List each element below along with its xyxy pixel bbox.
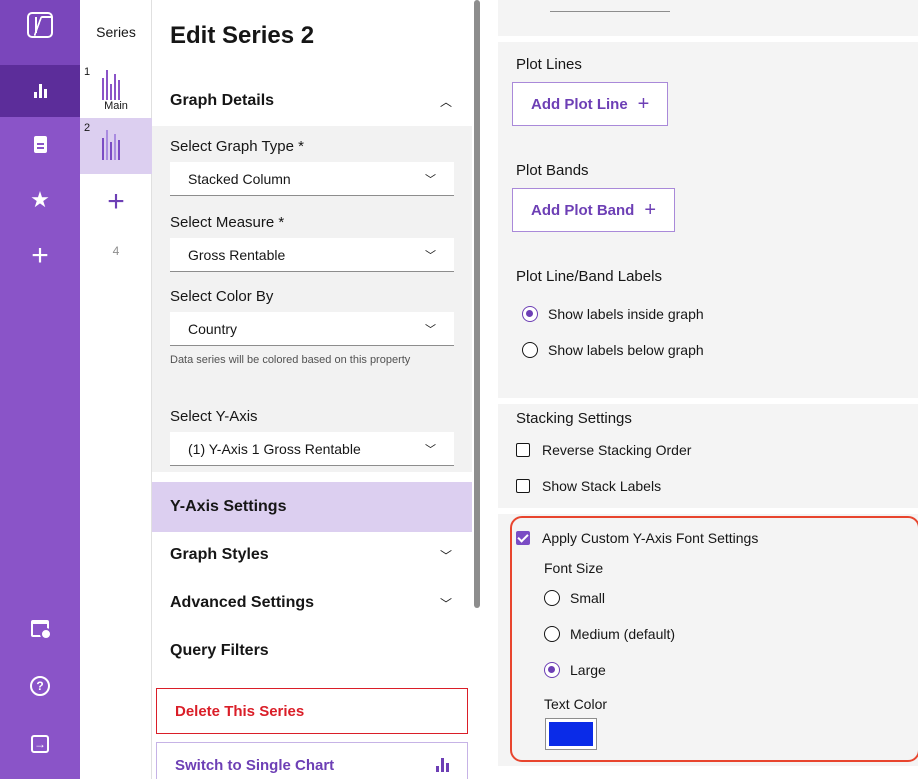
label-inside-option[interactable]: Show labels inside graph xyxy=(522,306,704,322)
query-filters-header[interactable]: Query Filters xyxy=(152,626,472,676)
series-number: 2 xyxy=(84,122,91,134)
series-number: 1 xyxy=(84,66,91,78)
graph-details-label: Graph Details xyxy=(170,92,275,109)
query-filters-label: Query Filters xyxy=(170,642,269,659)
logout-icon: → xyxy=(31,735,49,753)
y-axis-settings-panel: Plot Lines Add Plot Line + Plot Bands Ad… xyxy=(482,0,918,779)
app-root: ★ + ? → Series 1 Main 2 + 4 Edit Series … xyxy=(0,0,918,779)
chevron-down-icon: ﹀ xyxy=(425,443,436,456)
logo-area xyxy=(0,0,80,65)
measure-label: Select Measure * xyxy=(170,214,285,231)
y-axis-label: Select Y-Axis xyxy=(170,408,258,425)
highlight-annotation xyxy=(510,516,918,762)
advanced-settings-label: Advanced Settings xyxy=(170,594,315,611)
bar-chart-icon xyxy=(33,84,47,98)
chevron-down-icon: ﹀ xyxy=(425,173,436,186)
graph-styles-label: Graph Styles xyxy=(170,546,269,563)
nav-create[interactable]: + xyxy=(0,230,80,282)
add-plot-line-label: Add Plot Line xyxy=(531,95,628,113)
bar-chart-icon xyxy=(436,758,449,772)
advanced-settings-header[interactable]: Advanced Settings ﹀ xyxy=(152,578,472,628)
checkbox-icon xyxy=(516,443,530,457)
chevron-down-icon: ﹀ xyxy=(439,596,452,611)
color-by-helper-text: Data series will be colored based on thi… xyxy=(170,354,411,366)
add-plot-line-button[interactable]: Add Plot Line + xyxy=(512,82,669,126)
series-chart-thumbnail-icon xyxy=(102,70,120,100)
y-axis-select[interactable]: (1) Y-Axis 1 Gross Rentable ﹀ xyxy=(170,432,454,466)
color-by-value: Country xyxy=(188,320,238,337)
nav-dashboard-settings[interactable] xyxy=(0,602,80,654)
reverse-stacking-text: Reverse Stacking Order xyxy=(542,442,692,458)
color-by-label: Select Color By xyxy=(170,288,274,305)
graph-type-label: Select Graph Type * xyxy=(170,138,304,155)
radio-icon xyxy=(522,342,538,358)
nav-favorites[interactable]: ★ xyxy=(0,174,80,226)
add-plot-band-button[interactable]: Add Plot Band + xyxy=(512,188,676,232)
nav-help[interactable]: ? xyxy=(0,660,80,712)
series-slot-1[interactable]: 1 Main xyxy=(80,62,152,118)
y-axis-settings-header[interactable]: Y-Axis Settings xyxy=(152,482,472,532)
switch-label: Switch to Single Chart xyxy=(175,756,335,774)
graph-details-body: Select Graph Type * Stacked Column ﹀ Sel… xyxy=(152,126,472,472)
plus-icon: + xyxy=(31,239,49,272)
y-axis-settings-label: Y-Axis Settings xyxy=(170,498,287,515)
graph-type-value: Stacked Column xyxy=(188,170,291,187)
stacking-heading: Stacking Settings xyxy=(516,410,632,427)
plot-labels-heading: Plot Line/Band Labels xyxy=(516,268,662,285)
plot-lines-card: Plot Lines Add Plot Line + Plot Bands Ad… xyxy=(498,42,918,398)
y-axis-value: (1) Y-Axis 1 Gross Rentable xyxy=(188,440,361,457)
edit-series-panel: Edit Series 2 Graph Details ︿ Select Gra… xyxy=(152,0,472,779)
main-nav-rail: ★ + ? → xyxy=(0,0,80,779)
checkbox-icon xyxy=(516,479,530,493)
plot-bands-label: Plot Bands xyxy=(516,162,589,179)
show-stack-labels-text: Show Stack Labels xyxy=(542,478,662,494)
label-below-text: Show labels below graph xyxy=(548,342,704,358)
top-card xyxy=(498,0,918,36)
measure-value: Gross Rentable xyxy=(188,246,286,263)
plot-lines-label: Plot Lines xyxy=(516,56,582,73)
series-slot-4[interactable]: 4 xyxy=(80,244,152,258)
nav-charts[interactable] xyxy=(0,65,80,117)
document-icon xyxy=(33,135,47,153)
color-by-select[interactable]: Country ﹀ xyxy=(170,312,454,346)
series-list: Series 1 Main 2 + 4 xyxy=(80,0,152,779)
chevron-down-icon: ﹀ xyxy=(425,323,436,336)
label-below-option[interactable]: Show labels below graph xyxy=(522,342,704,358)
series-title: Series xyxy=(96,24,136,40)
nav-reports[interactable] xyxy=(0,118,80,170)
chevron-up-icon: ︿ xyxy=(439,94,452,109)
help-icon: ? xyxy=(30,676,50,696)
series-caption: Main xyxy=(104,100,128,112)
graph-type-select[interactable]: Stacked Column ﹀ xyxy=(170,162,454,196)
star-icon: ★ xyxy=(30,187,50,212)
calendar-settings-icon xyxy=(31,619,52,640)
k-logo-icon[interactable] xyxy=(27,12,53,38)
chevron-down-icon: ﹀ xyxy=(425,249,436,262)
show-stack-labels-option[interactable]: Show Stack Labels xyxy=(516,478,661,494)
stacking-settings-card: Stacking Settings Reverse Stacking Order… xyxy=(498,404,918,508)
measure-select[interactable]: Gross Rentable ﹀ xyxy=(170,238,454,272)
plus-icon: + xyxy=(644,198,657,221)
plus-icon: + xyxy=(107,185,125,218)
delete-series-button[interactable]: Delete This Series xyxy=(156,688,468,734)
add-plot-band-label: Add Plot Band xyxy=(531,201,635,219)
stacked-chart-thumbnail-icon xyxy=(102,130,120,160)
truncated-field xyxy=(550,0,670,12)
graph-styles-header[interactable]: Graph Styles ﹀ xyxy=(152,530,472,580)
switch-to-single-chart-button[interactable]: Switch to Single Chart xyxy=(156,742,468,779)
nav-logout[interactable]: → xyxy=(0,718,80,770)
radio-selected-icon xyxy=(522,306,538,322)
plus-icon: + xyxy=(637,92,650,115)
series-slot-2[interactable]: 2 xyxy=(80,118,152,174)
chevron-down-icon: ﹀ xyxy=(439,548,452,563)
graph-details-header[interactable]: Graph Details ︿ xyxy=(152,76,472,126)
page-title: Edit Series 2 xyxy=(170,22,315,49)
label-inside-text: Show labels inside graph xyxy=(548,306,704,322)
edit-panel-scrollbar[interactable] xyxy=(474,0,480,608)
reverse-stacking-option[interactable]: Reverse Stacking Order xyxy=(516,442,691,458)
add-series-button[interactable]: + xyxy=(80,184,152,220)
